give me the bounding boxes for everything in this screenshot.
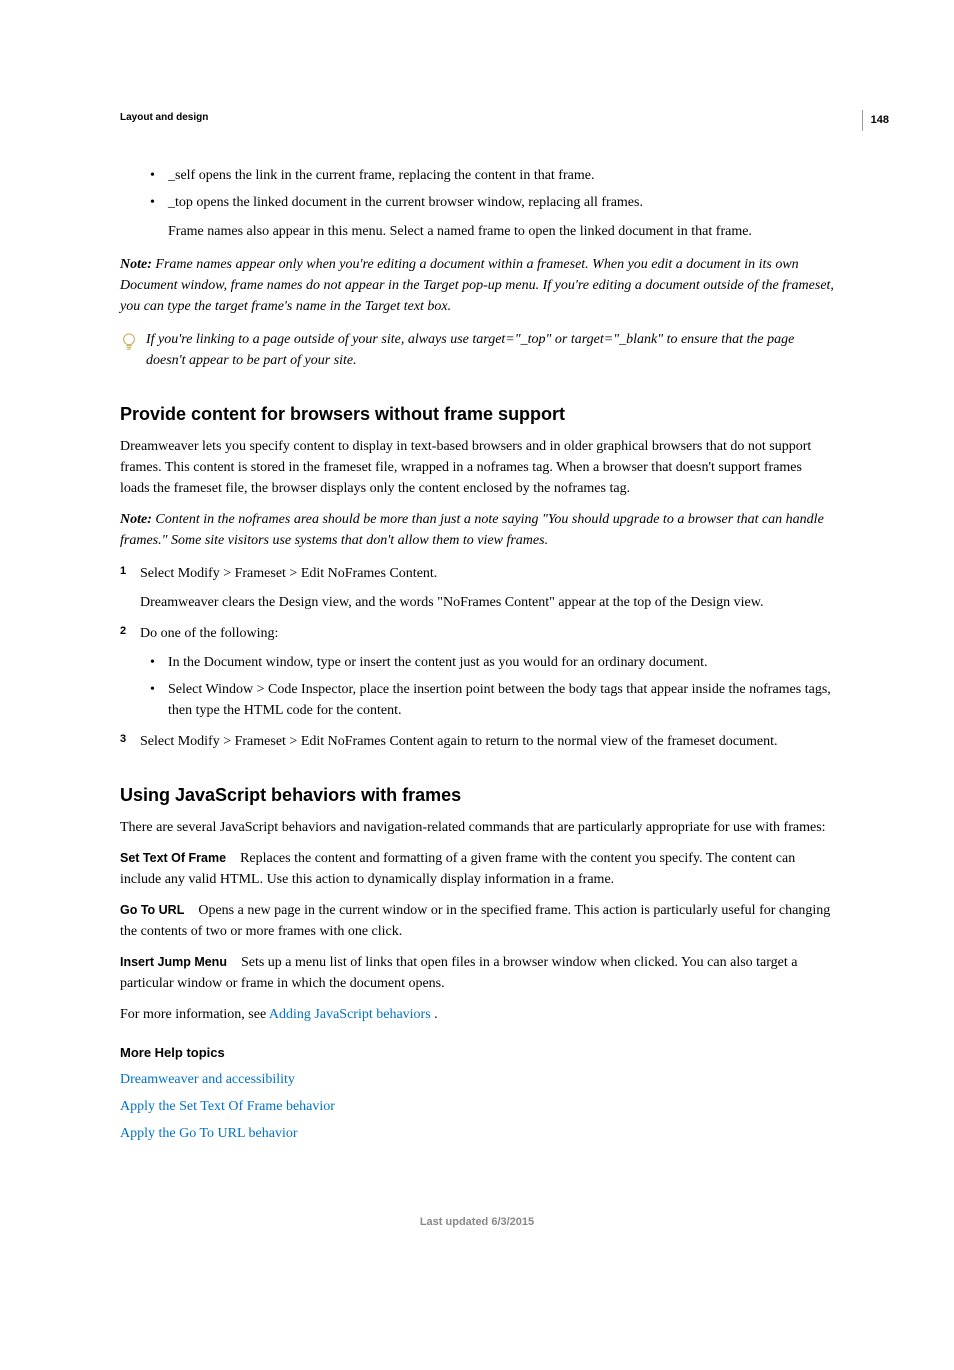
note-body: Frame names appear only when you're edit… bbox=[120, 257, 834, 314]
help-heading: More Help topics bbox=[120, 1043, 834, 1063]
list-item: _top opens the linked document in the cu… bbox=[150, 192, 834, 213]
tip-block: If you're linking to a page outside of y… bbox=[120, 329, 834, 371]
run-in-head: Go To URL bbox=[120, 903, 184, 917]
step-text: Do one of the following: bbox=[140, 623, 834, 644]
body-paragraph: There are several JavaScript behaviors a… bbox=[120, 817, 834, 838]
footer-updated: Last updated 6/3/2015 bbox=[120, 1214, 834, 1231]
more-info-prefix: For more information, see bbox=[120, 1007, 269, 1022]
body-paragraph: Dreamweaver lets you specify content to … bbox=[120, 436, 834, 499]
steps-list: 1 Select Modify > Frameset > Edit NoFram… bbox=[120, 563, 834, 752]
run-in-paragraph: Insert Jump Menu Sets up a menu list of … bbox=[120, 952, 834, 994]
heading-js-behaviors: Using JavaScript behaviors with frames bbox=[120, 782, 834, 809]
note-body: Content in the noframes area should be m… bbox=[120, 512, 824, 548]
indented-paragraph: Frame names also appear in this menu. Se… bbox=[168, 221, 834, 242]
step-text: Select Modify > Frameset > Edit NoFrames… bbox=[140, 563, 834, 584]
note-block: Note: Frame names appear only when you'r… bbox=[120, 254, 834, 317]
note-block: Note: Content in the noframes area shoul… bbox=[120, 509, 834, 551]
tip-text: If you're linking to a page outside of y… bbox=[146, 329, 834, 371]
run-in-head: Insert Jump Menu bbox=[120, 955, 227, 969]
list-item: _self opens the link in the current fram… bbox=[150, 165, 834, 186]
run-in-paragraph: Set Text Of Frame Replaces the content a… bbox=[120, 848, 834, 890]
top-bullet-list: _self opens the link in the current fram… bbox=[120, 165, 834, 213]
run-in-head: Set Text Of Frame bbox=[120, 851, 226, 865]
heading-provide-content: Provide content for browsers without fra… bbox=[120, 401, 834, 428]
step-number: 3 bbox=[120, 731, 126, 748]
step-number: 1 bbox=[120, 563, 126, 580]
note-label: Note: bbox=[120, 512, 152, 527]
section-header: Layout and design bbox=[120, 110, 834, 125]
step-item: 3 Select Modify > Frameset > Edit NoFram… bbox=[120, 731, 834, 752]
step-text: Select Modify > Frameset > Edit NoFrames… bbox=[140, 731, 834, 752]
step-item: 1 Select Modify > Frameset > Edit NoFram… bbox=[120, 563, 834, 613]
step-number: 2 bbox=[120, 623, 126, 640]
step-sublist: In the Document window, type or insert t… bbox=[140, 652, 834, 721]
help-link[interactable]: Dreamweaver and accessibility bbox=[120, 1069, 834, 1090]
more-info-suffix: . bbox=[431, 1007, 438, 1022]
help-link[interactable]: Apply the Set Text Of Frame behavior bbox=[120, 1096, 834, 1117]
list-item: In the Document window, type or insert t… bbox=[150, 652, 834, 673]
page-number: 148 bbox=[862, 110, 889, 131]
help-link-list: Dreamweaver and accessibility Apply the … bbox=[120, 1069, 834, 1144]
step-after: Dreamweaver clears the Design view, and … bbox=[140, 592, 834, 613]
run-in-body: Opens a new page in the current window o… bbox=[120, 903, 830, 939]
note-label: Note: bbox=[120, 257, 152, 272]
step-item: 2 Do one of the following: In the Docume… bbox=[120, 623, 834, 721]
more-info-paragraph: For more information, see Adding JavaScr… bbox=[120, 1004, 834, 1025]
help-link[interactable]: Apply the Go To URL behavior bbox=[120, 1123, 834, 1144]
link-adding-js-behaviors[interactable]: Adding JavaScript behaviors bbox=[269, 1007, 431, 1022]
list-item: Select Window > Code Inspector, place th… bbox=[150, 679, 834, 721]
run-in-paragraph: Go To URL Opens a new page in the curren… bbox=[120, 900, 834, 942]
lightbulb-icon bbox=[120, 331, 140, 360]
